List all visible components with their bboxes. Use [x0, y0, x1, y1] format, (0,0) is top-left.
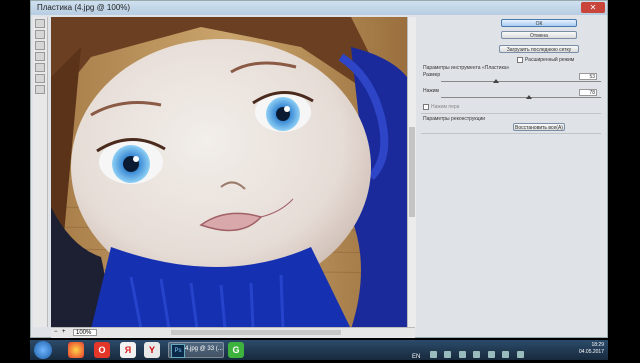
tray-icon[interactable] [487, 351, 495, 358]
ok-button[interactable]: ОК [501, 19, 577, 27]
image-canvas[interactable] [51, 17, 407, 329]
clock-time: 18:29 [591, 342, 604, 348]
window-title: Пластика (4.jpg @ 100%) [37, 3, 131, 12]
load-last-mesh-button[interactable]: Загрузить последнюю сетку [499, 45, 579, 53]
network-icon[interactable] [502, 351, 510, 358]
system-tray: EN [412, 345, 562, 360]
reconstruct-title: Параметры реконструкции [423, 116, 486, 122]
taskbar: O Я Y Ps 4.jpg @ 33 (... G EN 18:29 04.0… [30, 340, 608, 360]
zoom-in-icon[interactable]: + [62, 329, 66, 335]
tray-icon[interactable] [429, 351, 437, 358]
tray-icon[interactable] [444, 351, 452, 358]
options-panel: ОК Отмена Загрузить последнюю сетку Расш… [417, 17, 605, 335]
zoom-field[interactable]: 100% [73, 329, 97, 336]
language-indicator[interactable]: EN [412, 354, 420, 360]
brush-size-knob[interactable] [493, 79, 499, 83]
pressure-label: Нажим [423, 88, 439, 94]
opera-icon[interactable]: O [94, 342, 110, 358]
clock[interactable]: 18:29 04.05.2017 [579, 342, 604, 356]
doll-photo [51, 17, 407, 329]
tray-icon[interactable] [473, 351, 481, 358]
warp-tool-icon[interactable] [35, 19, 45, 28]
vertical-scroll-thumb[interactable] [409, 127, 415, 217]
divider [421, 113, 601, 114]
restore-all-button[interactable]: Восстановить все(А) [513, 123, 565, 131]
yandex-browser-icon[interactable]: Y [144, 342, 160, 358]
brush-size-label: Размер [423, 72, 441, 78]
clock-date: 04.05.2017 [578, 349, 604, 355]
tool-strip [33, 17, 48, 327]
volume-icon[interactable] [516, 351, 524, 358]
pucker-tool-icon[interactable] [35, 41, 45, 50]
vertical-scrollbar[interactable] [407, 17, 416, 329]
zoom-out-icon[interactable]: − [54, 329, 58, 335]
brush-size-field[interactable]: 53 [579, 73, 597, 80]
stylus-pressure-label: Нажим пера [431, 104, 460, 110]
taskbar-photoshop-button[interactable]: Ps 4.jpg @ 33 (... [168, 342, 224, 358]
brush-size-slider[interactable] [441, 79, 601, 83]
advanced-mode-checkbox[interactable] [517, 57, 523, 63]
taskbar-photoshop-label: 4.jpg @ 33 (... [185, 346, 223, 352]
hand-tool-icon[interactable] [35, 74, 45, 83]
horizontal-scroll-thumb[interactable] [171, 330, 341, 335]
push-left-tool-icon[interactable] [35, 63, 45, 72]
app-green-icon[interactable]: G [228, 342, 244, 358]
stylus-pressure-checkbox[interactable] [423, 104, 429, 110]
yandex-icon[interactable]: Я [120, 342, 136, 358]
pressure-knob[interactable] [526, 95, 532, 99]
canvas-statusbar: − + 100% [51, 327, 415, 338]
tool-options-title: Параметры инструмента «Пластика» [423, 65, 510, 71]
windows-start-icon[interactable] [34, 341, 52, 359]
chrome-icon[interactable] [68, 342, 84, 358]
photoshop-icon: Ps [171, 344, 185, 358]
bloat-tool-icon[interactable] [35, 52, 45, 61]
tray-icon[interactable] [458, 351, 466, 358]
pressure-slider[interactable] [441, 95, 601, 99]
zoom-tool-icon[interactable] [35, 85, 45, 94]
titlebar: Пластика (4.jpg @ 100%) ✕ [31, 1, 607, 15]
divider [421, 133, 601, 134]
close-window-button[interactable]: ✕ [581, 2, 605, 13]
pressure-field[interactable]: 78 [579, 89, 597, 96]
reconstruct-tool-icon[interactable] [35, 30, 45, 39]
advanced-mode-label: Расширенный режим [525, 57, 575, 63]
cancel-button[interactable]: Отмена [501, 31, 577, 39]
liquify-dialog: Пластика (4.jpg @ 100%) ✕ − + 100% ОК От… [30, 0, 608, 338]
